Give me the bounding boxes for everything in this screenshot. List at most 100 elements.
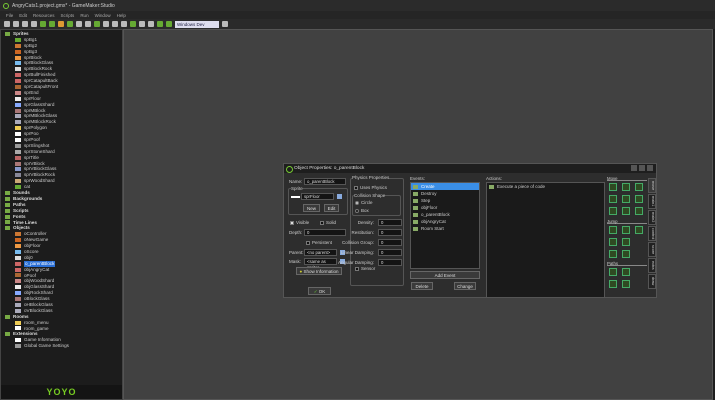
physics-prop-input[interactable]: 0 [378,239,402,246]
resource-icon [15,67,21,72]
timeline-icon[interactable] [121,21,127,27]
action-icon[interactable] [622,183,630,191]
event-item[interactable]: Step [411,197,479,204]
action-icon[interactable] [622,207,630,215]
menu-file[interactable]: File [6,13,13,18]
box-radio[interactable]: Box [355,208,369,213]
action-icon[interactable] [609,238,617,246]
mask-select[interactable]: <same as sprite> [304,258,337,270]
show-information-button[interactable]: ● Show Information [296,267,342,275]
action-icon[interactable] [622,195,630,203]
extension-icon[interactable] [157,21,163,27]
tab-control[interactable]: control [648,226,656,241]
action-icon[interactable] [622,238,630,246]
name-input[interactable]: o_parentBlock [304,178,346,185]
action-icon[interactable] [609,183,617,191]
action-icon[interactable] [609,250,617,258]
close-button[interactable] [647,165,653,171]
menu-help[interactable]: Help [117,13,126,18]
action-icon[interactable] [609,268,617,276]
tab-extra[interactable]: extra [648,258,656,273]
tab-main2[interactable]: main2 [648,210,656,225]
resource-icon [15,291,21,296]
sprite-select[interactable]: sprFloor [301,193,334,200]
delete-event-button[interactable]: Delete [411,282,433,290]
depth-input[interactable]: 0 [304,229,346,236]
event-item[interactable]: objAngryCat [411,218,479,225]
resource-icon [15,137,21,142]
ok-button[interactable]: ✓ OK [308,287,331,295]
room-icon[interactable] [139,21,145,27]
tab-main1[interactable]: main1 [648,194,656,209]
menu-resources[interactable]: Resources [33,13,55,18]
open-icon[interactable] [13,21,19,27]
sound-icon[interactable] [76,21,82,27]
persistent-checkbox[interactable]: Persistent [306,240,332,245]
resource-icon [15,61,21,66]
stop-icon[interactable] [58,21,64,27]
action-icon[interactable] [622,280,630,288]
sprite-menu-icon[interactable] [337,194,342,199]
edit-sprite-button[interactable]: Edit [324,204,339,212]
maximize-button[interactable] [639,165,645,171]
menu-run[interactable]: Run [80,13,88,18]
font-icon[interactable] [112,21,118,27]
resource-icon [15,326,21,331]
sensor-checkbox[interactable]: Sensor [355,266,375,271]
settings-icon[interactable] [148,21,154,27]
events-list[interactable]: Create Destroy Step objFloor o_parentBlock ob… [410,182,480,269]
action-icon[interactable] [635,183,643,191]
event-item[interactable]: o_parentBlock [411,211,479,218]
menu-scripts[interactable]: Scripts [61,13,75,18]
menu-bar: File Edit Resources Scripts Run Window Help [0,11,715,19]
physics-prop-input[interactable]: 0 [378,219,402,226]
visible-checkbox[interactable]: Visible [290,220,309,225]
actions-list[interactable]: Execute a piece of code [486,182,605,298]
change-event-button[interactable]: Change [454,282,476,290]
new-project-icon[interactable] [4,21,10,27]
help-icon[interactable] [166,21,172,27]
create-exe-icon[interactable] [31,21,37,27]
debug-icon[interactable] [49,21,55,27]
script-icon[interactable] [103,21,109,27]
uses-physics-checkbox[interactable]: Uses Physics [354,185,387,190]
action-icon[interactable] [635,195,643,203]
action-icon[interactable] [622,226,630,234]
action-icon[interactable] [635,226,643,234]
event-item[interactable]: Destroy [411,190,479,197]
path-icon[interactable] [94,21,100,27]
action-icon[interactable] [609,207,617,215]
physics-prop-input[interactable]: 0 [378,249,402,256]
physics-prop-input[interactable]: 0 [378,259,402,266]
action-icon[interactable] [609,226,617,234]
menu-edit[interactable]: Edit [19,13,27,18]
tab-draw[interactable]: draw [648,274,656,289]
action-icon[interactable] [609,195,617,203]
circle-radio[interactable]: Circle [355,200,373,205]
sprite-icon[interactable] [67,21,73,27]
action-icon[interactable] [635,207,643,215]
tab-score[interactable]: score [648,242,656,257]
object-icon[interactable] [130,21,136,27]
parent-select[interactable]: <no parent> [304,249,337,256]
add-event-button[interactable]: Add Event [410,271,480,279]
event-item[interactable]: objFloor [411,204,479,211]
event-item[interactable]: Room Start [411,225,479,232]
action-item[interactable]: Execute a piece of code [487,183,604,190]
target-dropdown-icon[interactable] [222,21,228,27]
action-icon[interactable] [609,280,617,288]
target-select[interactable]: Windows Dev Runner [175,20,219,34]
menu-window[interactable]: Window [95,13,111,18]
tree-item[interactable]: Global Game Settings [5,343,120,349]
minimize-button[interactable] [631,165,637,171]
new-sprite-button[interactable]: New [303,204,320,212]
action-icon[interactable] [622,268,630,276]
run-icon[interactable] [40,21,46,27]
action-icon[interactable] [622,250,630,258]
tab-move[interactable]: move [648,178,656,193]
solid-checkbox[interactable]: Solid [320,220,336,225]
event-item[interactable]: Create [411,183,479,190]
background-icon[interactable] [85,21,91,27]
save-icon[interactable] [22,21,28,27]
physics-prop-input[interactable]: 0 [378,229,402,236]
